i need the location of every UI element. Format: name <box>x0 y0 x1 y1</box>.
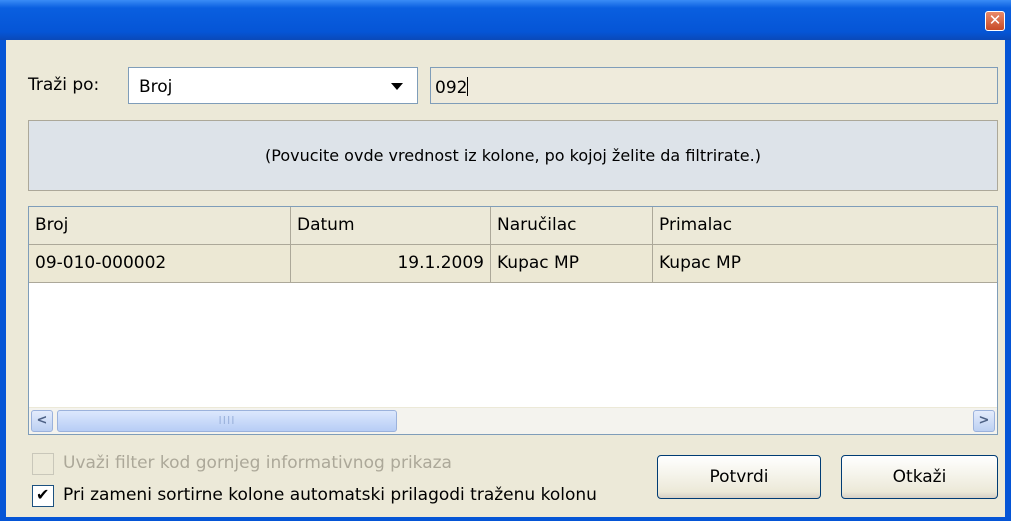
horizontal-scrollbar[interactable]: < IIII > <box>29 407 997 434</box>
checkmark-icon: ✔ <box>36 485 50 504</box>
scroll-right-icon[interactable]: > <box>973 410 995 432</box>
table-row[interactable]: 09-010-000002 19.1.2009 Kupac MP Kupac M… <box>29 245 997 283</box>
cell-primalac: Kupac MP <box>659 253 741 273</box>
column-header-narucilac[interactable]: Naručilac <box>491 207 653 244</box>
cell-narucilac: Kupac MP <box>491 245 653 282</box>
apply-filter-checkbox[interactable] <box>32 453 54 475</box>
search-field-value: Broj <box>139 77 173 97</box>
auto-adjust-checkbox[interactable]: ✔ <box>32 485 54 507</box>
cancel-button[interactable]: Otkaži <box>841 455 998 499</box>
scrollbar-thumb[interactable]: IIII <box>57 410 397 432</box>
cell-broj: 09-010-000002 <box>29 245 291 282</box>
search-field-select[interactable]: Broj <box>128 67 418 104</box>
search-input[interactable]: 092 <box>430 67 998 104</box>
results-grid[interactable]: Broj Datum Naručilac Primalac 09-010-000… <box>28 206 998 435</box>
close-icon[interactable]: ✕ <box>985 11 1005 31</box>
cell-datum: 19.1.2009 <box>291 245 491 282</box>
confirm-button[interactable]: Potvrdi <box>657 455 821 499</box>
title-bar: ✕ <box>0 0 1011 40</box>
window-frame-bottom <box>0 517 1011 521</box>
column-header-primalac[interactable]: Primalac <box>653 207 997 244</box>
auto-adjust-label: Pri zameni sortirne kolone automatski pr… <box>63 485 597 505</box>
chevron-down-icon[interactable] <box>391 83 403 90</box>
apply-filter-label: Uvaži filter kod gornjeg informativnog p… <box>63 453 452 473</box>
window-frame-right <box>1005 40 1011 521</box>
column-header-datum[interactable]: Datum <box>291 207 491 244</box>
search-by-label: Traži po: <box>28 75 100 95</box>
search-input-value: 092 <box>435 78 468 98</box>
scroll-left-icon[interactable]: < <box>31 410 53 432</box>
text-caret <box>467 77 469 96</box>
column-header-broj[interactable]: Broj <box>29 207 291 244</box>
grid-header: Broj Datum Naručilac Primalac <box>29 207 997 245</box>
group-by-panel[interactable]: (Povucite ovde vrednost iz kolone, po ko… <box>28 120 998 191</box>
